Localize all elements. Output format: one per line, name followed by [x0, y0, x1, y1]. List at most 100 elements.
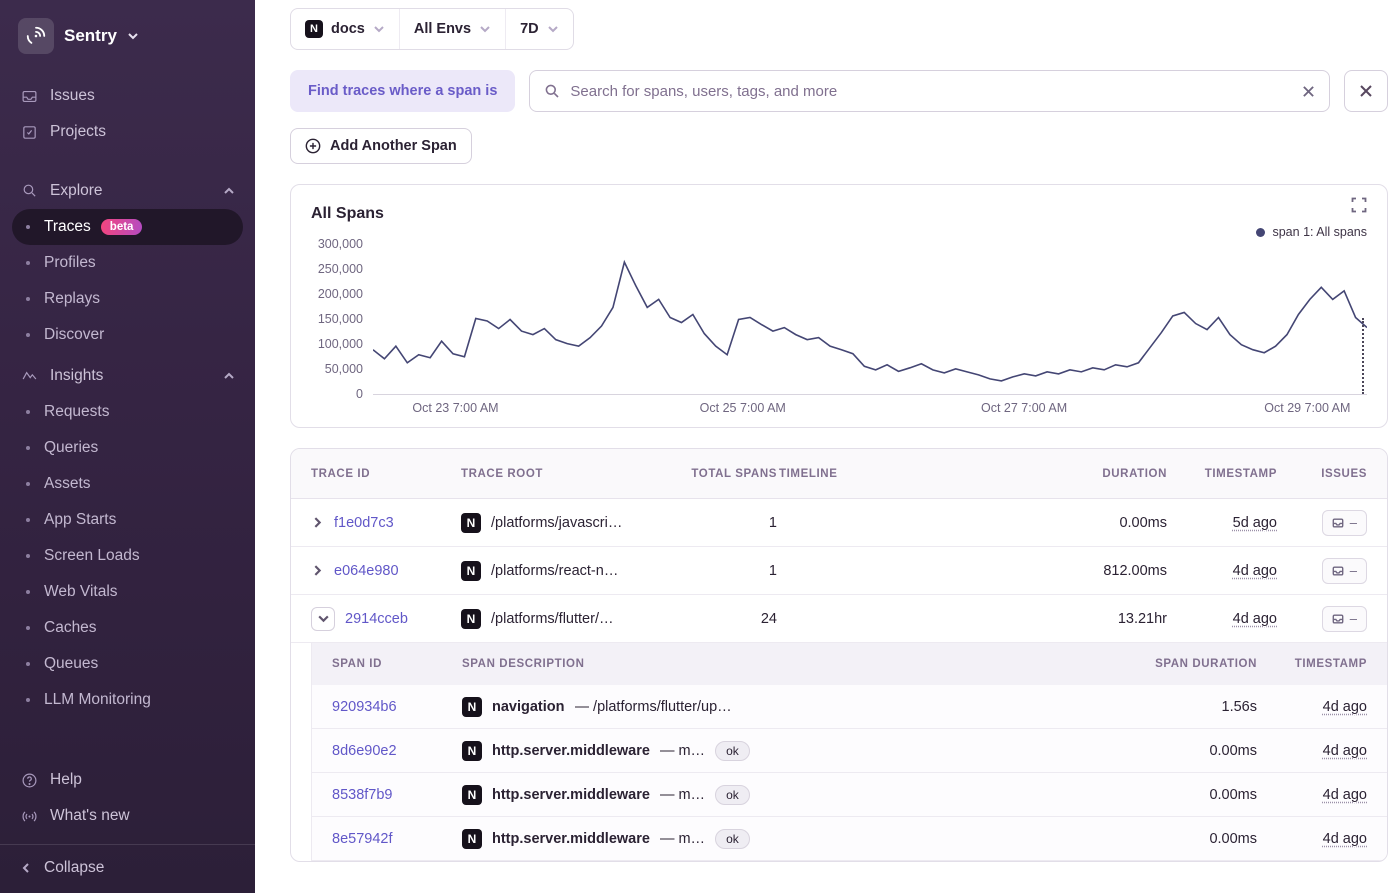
sidebar-item-screen-loads[interactable]: Screen Loads [12, 538, 243, 574]
sidebar-section-explore[interactable]: Explore [12, 172, 243, 209]
legend-dot-icon [1256, 227, 1266, 237]
timestamp-link[interactable]: 4d ago [1323, 699, 1367, 715]
sidebar-item-assets[interactable]: Assets [12, 466, 243, 502]
sidebar-item-projects[interactable]: Projects [12, 114, 243, 150]
timestamp-link[interactable]: 4d ago [1233, 563, 1277, 579]
issues-count: – [1349, 611, 1357, 626]
sidebar-item-replays[interactable]: Replays [12, 281, 243, 317]
trace-id-link[interactable]: f1e0d7c3 [334, 515, 394, 531]
sidebar-item-label: Assets [44, 475, 91, 492]
expand-chevron-icon[interactable] [311, 516, 324, 529]
issues-button[interactable]: – [1321, 605, 1367, 632]
sidebar-item-issues[interactable]: Issues [12, 78, 243, 114]
collapse-row-button[interactable] [311, 606, 335, 631]
span-search-box[interactable] [529, 70, 1330, 112]
sidebar-item-queues[interactable]: Queues [12, 646, 243, 682]
chevron-up-icon [224, 187, 234, 194]
bullet-icon [26, 482, 30, 486]
chart-x-axis: Oct 23 7:00 AM Oct 25 7:00 AM Oct 27 7:0… [373, 395, 1367, 419]
section-label: Explore [50, 181, 103, 199]
broadcast-icon [20, 807, 38, 825]
chart-legend[interactable]: span 1: All spans [311, 225, 1367, 239]
span-id-link[interactable]: 8d6e90e2 [332, 743, 462, 759]
sidebar-item-caches[interactable]: Caches [12, 610, 243, 646]
trace-row[interactable]: e064e980 N /platforms/react-n… 1 812.00m… [291, 547, 1387, 595]
sidebar-item-whats-new[interactable]: What's new [12, 798, 243, 834]
chevron-down-icon [374, 26, 384, 33]
span-duration-value: 0.00ms [1209, 830, 1257, 847]
trace-id-link[interactable]: 2914cceb [345, 611, 408, 627]
issues-button[interactable]: – [1321, 557, 1367, 584]
col-span-description: Span Description [462, 658, 585, 670]
col-issues: Issues [1321, 467, 1367, 480]
chevron-down-icon [128, 33, 138, 40]
span-row[interactable]: 920934b6 N navigation — /platforms/flutt… [312, 685, 1387, 729]
sidebar-item-label: Caches [44, 619, 97, 636]
span-search-input[interactable] [570, 82, 1292, 100]
col-total-spans: Total Spans [691, 467, 777, 480]
all-spans-chart-panel: All Spans span 1: All spans 300,000 250,… [290, 184, 1388, 428]
col-timestamp: Timestamp [1204, 467, 1277, 480]
timestamp-link[interactable]: 4d ago [1323, 831, 1367, 847]
span-duration-value: 0.00ms [1209, 742, 1257, 759]
sidebar-item-profiles[interactable]: Profiles [12, 245, 243, 281]
span-id-link[interactable]: 920934b6 [332, 699, 462, 715]
bullet-icon [26, 518, 30, 522]
date-range-selector[interactable]: 7D [505, 9, 573, 49]
line-chart [373, 243, 1367, 394]
span-row[interactable]: 8e57942f N http.server.middleware — m… o… [312, 817, 1387, 861]
issues-button[interactable]: – [1321, 509, 1367, 536]
timestamp-link[interactable]: 5d ago [1233, 515, 1277, 531]
col-duration: Duration [1102, 467, 1167, 480]
project-selector[interactable]: N docs [291, 9, 399, 49]
fullscreen-icon[interactable] [1351, 197, 1367, 213]
trace-row[interactable]: f1e0d7c3 N /platforms/javascri… 1 0.00ms… [291, 499, 1387, 547]
sidebar-item-label: App Starts [44, 511, 117, 528]
date-range-label: 7D [520, 21, 539, 37]
trace-root-text: /platforms/flutter/… [491, 610, 614, 627]
chart-plot-area[interactable] [373, 243, 1367, 395]
main-content: N docs All Envs 7D Find traces where a s… [255, 0, 1400, 893]
org-switcher[interactable]: Sentry [12, 14, 243, 56]
span-id-link[interactable]: 8e57942f [332, 831, 462, 847]
sidebar-collapse-button[interactable]: Collapse [0, 844, 255, 893]
span-description: — m… [659, 786, 706, 803]
chevron-down-icon [317, 615, 329, 623]
timestamp-link[interactable]: 4d ago [1233, 611, 1277, 627]
sidebar-item-discover[interactable]: Discover [12, 317, 243, 353]
span-row[interactable]: 8538f7b9 N http.server.middleware — m… o… [312, 773, 1387, 817]
platform-icon: N [461, 560, 481, 581]
sidebar-item-llm-monitoring[interactable]: LLM Monitoring [12, 682, 243, 718]
clear-search-icon[interactable] [1302, 85, 1315, 98]
bullet-icon [26, 590, 30, 594]
sidebar-item-help[interactable]: Help [12, 762, 243, 798]
sidebar-item-web-vitals[interactable]: Web Vitals [12, 574, 243, 610]
add-span-label: Add Another Span [330, 138, 457, 154]
span-row[interactable]: 8d6e90e2 N http.server.middleware — m… o… [312, 729, 1387, 773]
environment-selector[interactable]: All Envs [398, 9, 505, 49]
add-another-span-button[interactable]: Add Another Span [290, 128, 472, 164]
sidebar-item-app-starts[interactable]: App Starts [12, 502, 243, 538]
sidebar-item-queries[interactable]: Queries [12, 430, 243, 466]
expand-chevron-icon[interactable] [311, 564, 324, 577]
y-tick: 200,000 [317, 287, 363, 301]
col-timeline: Timeline [779, 467, 838, 480]
sidebar-item-traces[interactable]: Traces beta [12, 209, 243, 245]
sidebar-section-insights[interactable]: Insights [12, 357, 243, 394]
issues-icon [1332, 565, 1344, 576]
sidebar-item-requests[interactable]: Requests [12, 394, 243, 430]
trace-root-text: /platforms/javascri… [491, 514, 623, 531]
span-description: — m… [659, 742, 706, 759]
sidebar-item-label: Issues [50, 87, 95, 104]
span-id-link[interactable]: 8538f7b9 [332, 787, 462, 803]
y-tick: 50,000 [324, 362, 363, 376]
timestamp-link[interactable]: 4d ago [1323, 787, 1367, 803]
trace-id-link[interactable]: e064e980 [334, 563, 399, 579]
platform-icon: N [462, 696, 482, 717]
sidebar-item-label: Traces [44, 218, 91, 235]
help-icon [20, 771, 38, 789]
spans-subtable: Span ID Span Description Span Duration T… [311, 643, 1387, 861]
timestamp-link[interactable]: 4d ago [1323, 743, 1367, 759]
trace-row-expanded[interactable]: 2914cceb N /platforms/flutter/… 24 13.21… [291, 595, 1387, 643]
remove-span-filter-button[interactable] [1344, 70, 1388, 112]
